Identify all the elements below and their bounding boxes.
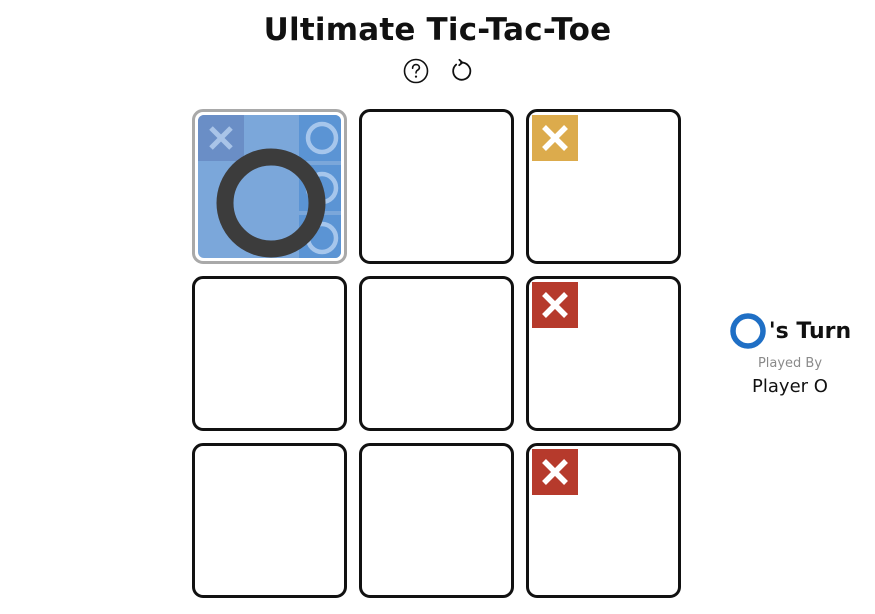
board-cell-3[interactable] (192, 276, 347, 431)
board-cell-5[interactable] (526, 276, 681, 431)
game-board (192, 109, 686, 603)
turn-status: 's Turn Played By Player O (717, 312, 863, 397)
board-cell-6[interactable] (192, 443, 347, 598)
turn-o-icon (730, 313, 766, 349)
board-cell-1[interactable] (359, 109, 514, 264)
turn-indicator: 's Turn (717, 312, 863, 350)
won-cell-background (198, 115, 341, 258)
mini-x-icon (532, 449, 578, 495)
page-title: Ultimate Tic-Tac-Toe (263, 12, 612, 48)
mini-x-icon (532, 282, 578, 328)
big-o-icon (216, 148, 326, 258)
restart-icon[interactable] (448, 58, 474, 84)
player-name: Player O (752, 376, 828, 397)
board-cell-4[interactable] (359, 276, 514, 431)
board-cell-0[interactable] (192, 109, 347, 264)
board-cell-8[interactable] (526, 443, 681, 598)
board-cell-2[interactable] (526, 109, 681, 264)
help-icon[interactable] (403, 58, 429, 84)
played-by-label: Played By (757, 356, 823, 371)
mini-x-icon (532, 115, 578, 161)
turn-label: 's Turn (768, 318, 852, 344)
board-cell-7[interactable] (359, 443, 514, 598)
